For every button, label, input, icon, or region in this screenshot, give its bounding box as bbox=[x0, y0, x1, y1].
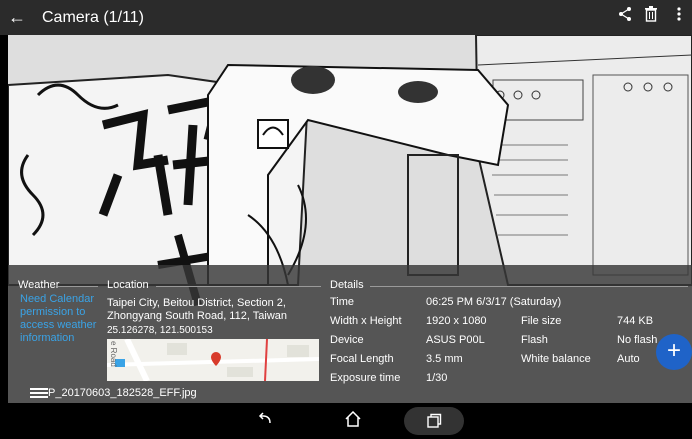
add-fab-button[interactable]: + bbox=[656, 334, 692, 370]
detail-label-dimensions: Width x Height bbox=[330, 315, 402, 327]
system-nav-bar bbox=[0, 403, 692, 439]
weather-divider bbox=[58, 286, 98, 287]
weather-header: Weather bbox=[18, 279, 60, 291]
map-road-label: e Road bbox=[109, 341, 118, 367]
collapse-info-icon[interactable] bbox=[30, 386, 48, 400]
detail-label-time: Time bbox=[330, 296, 355, 308]
detail-label-flash: Flash bbox=[521, 334, 548, 346]
top-app-bar: ← Camera (1/11) bbox=[0, 0, 692, 35]
nav-recents-button[interactable] bbox=[404, 407, 464, 435]
page-title: Camera (1/11) bbox=[42, 9, 144, 26]
detail-label-white-balance: White balance bbox=[521, 353, 591, 365]
location-coordinates: 25.126278, 121.500153 bbox=[107, 325, 213, 336]
weather-permission-link[interactable]: Need Calendar permission to access weath… bbox=[20, 293, 106, 345]
nav-home-icon[interactable] bbox=[344, 410, 362, 432]
detail-label-device: Device bbox=[330, 334, 364, 346]
detail-value-file-size: 744 KB bbox=[617, 315, 654, 327]
gallery-screen: ← Camera (1/11) Weather Need Calendar pe… bbox=[0, 0, 692, 439]
detail-value-time: 06:25 PM 6/3/17 (Saturday) bbox=[426, 296, 562, 308]
detail-label-file-size: File size bbox=[521, 315, 562, 327]
detail-value-dimensions: 1920 x 1080 bbox=[426, 315, 487, 327]
plus-icon: + bbox=[666, 337, 681, 364]
detail-label-focal-length: Focal Length bbox=[330, 353, 394, 365]
photo-info-panel: Weather Need Calendar permission to acce… bbox=[8, 265, 692, 403]
location-header: Location bbox=[107, 279, 149, 291]
detail-value-flash: No flash bbox=[617, 334, 658, 346]
more-vertical-icon[interactable] bbox=[668, 6, 690, 28]
nav-recents-icon bbox=[426, 413, 442, 434]
location-divider bbox=[156, 286, 321, 287]
details-divider bbox=[370, 286, 688, 287]
trash-icon[interactable] bbox=[640, 6, 662, 28]
detail-value-white-balance: Auto bbox=[617, 353, 640, 365]
location-address: Taipei City, Beitou District, Section 2,… bbox=[107, 297, 288, 322]
detail-value-focal-length: 3.5 mm bbox=[426, 353, 463, 365]
nav-back-icon[interactable] bbox=[258, 411, 274, 432]
detail-value-device: ASUS P00L bbox=[426, 334, 485, 346]
location-map[interactable]: e Road bbox=[107, 339, 319, 381]
file-name: P_20170603_182528_EFF.jpg bbox=[48, 387, 197, 399]
details-header: Details bbox=[330, 279, 364, 291]
share-icon[interactable] bbox=[614, 6, 636, 28]
arrow-left-icon[interactable]: ← bbox=[8, 7, 26, 28]
file-info-row: P_20170603_182528_EFF.jpg bbox=[8, 383, 692, 403]
